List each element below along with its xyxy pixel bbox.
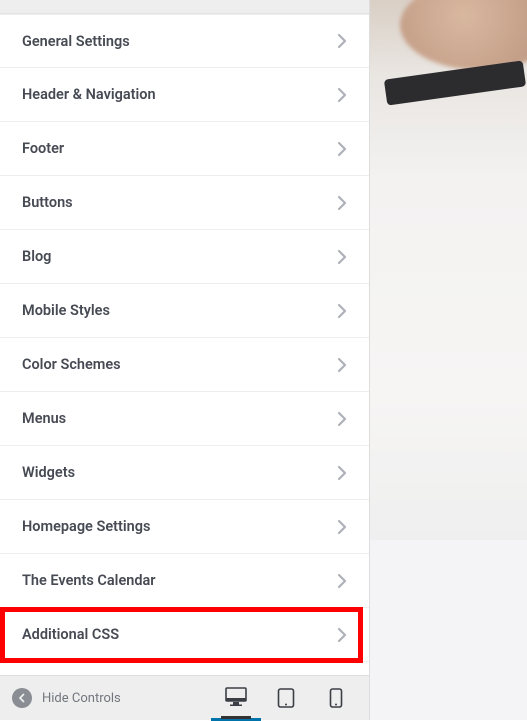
menu-item-label: Additional CSS xyxy=(22,626,119,643)
chevron-right-icon xyxy=(337,195,347,211)
live-preview-pane[interactable] xyxy=(370,0,527,720)
menu-item-label: Blog xyxy=(22,248,51,265)
chevron-right-icon xyxy=(337,519,347,535)
menu-item-label: The Events Calendar xyxy=(22,572,156,589)
device-tablet-button[interactable] xyxy=(261,676,311,721)
chevron-right-icon xyxy=(337,357,347,373)
menu-item-label: Buttons xyxy=(22,194,73,211)
preview-image-content xyxy=(400,0,527,70)
chevron-right-icon xyxy=(337,465,347,481)
hide-controls-button[interactable]: Hide Controls xyxy=(12,688,121,708)
menu-item-widgets[interactable]: Widgets xyxy=(0,446,369,500)
menu-item-label: Color Schemes xyxy=(22,356,121,373)
menu-item-footer[interactable]: Footer xyxy=(0,122,369,176)
customizer-sidebar: General Settings Header & Navigation Foo… xyxy=(0,0,370,720)
menu-item-color-schemes[interactable]: Color Schemes xyxy=(0,338,369,392)
menu-item-label: Menus xyxy=(22,410,66,427)
menu-item-buttons[interactable]: Buttons xyxy=(0,176,369,230)
chevron-right-icon xyxy=(337,141,347,157)
hide-controls-label: Hide Controls xyxy=(42,691,121,706)
device-desktop-button[interactable] xyxy=(211,676,261,721)
menu-item-label: Mobile Styles xyxy=(22,302,110,319)
menu-item-homepage-settings[interactable]: Homepage Settings xyxy=(0,500,369,554)
mobile-icon xyxy=(329,688,343,708)
menu-item-blog[interactable]: Blog xyxy=(0,230,369,284)
preview-image-content xyxy=(370,540,527,720)
menu-item-header-navigation[interactable]: Header & Navigation xyxy=(0,68,369,122)
chevron-right-icon xyxy=(337,249,347,265)
tablet-icon xyxy=(277,688,295,708)
desktop-icon xyxy=(225,687,247,707)
chevron-right-icon xyxy=(337,411,347,427)
chevron-right-icon xyxy=(337,627,347,643)
device-mobile-button[interactable] xyxy=(311,676,361,721)
menu-item-additional-css[interactable]: Additional CSS xyxy=(0,608,369,662)
menu-item-general-settings[interactable]: General Settings xyxy=(0,14,369,68)
menu-item-label: Widgets xyxy=(22,464,75,481)
menu-item-label: Header & Navigation xyxy=(22,86,156,103)
chevron-right-icon xyxy=(337,87,347,103)
chevron-right-icon xyxy=(337,573,347,589)
settings-menu-list: General Settings Header & Navigation Foo… xyxy=(0,14,369,675)
menu-item-events-calendar[interactable]: The Events Calendar xyxy=(0,554,369,608)
menu-item-mobile-styles[interactable]: Mobile Styles xyxy=(0,284,369,338)
chevron-right-icon xyxy=(337,33,347,49)
menu-item-label: General Settings xyxy=(22,33,130,50)
customizer-footer: Hide Controls xyxy=(0,675,369,720)
menu-item-label: Homepage Settings xyxy=(22,518,150,535)
sidebar-top-band xyxy=(0,0,369,14)
device-preview-group xyxy=(211,676,361,720)
chevron-left-icon xyxy=(12,688,32,708)
chevron-right-icon xyxy=(337,303,347,319)
menu-item-menus[interactable]: Menus xyxy=(0,392,369,446)
menu-item-label: Footer xyxy=(22,140,64,157)
